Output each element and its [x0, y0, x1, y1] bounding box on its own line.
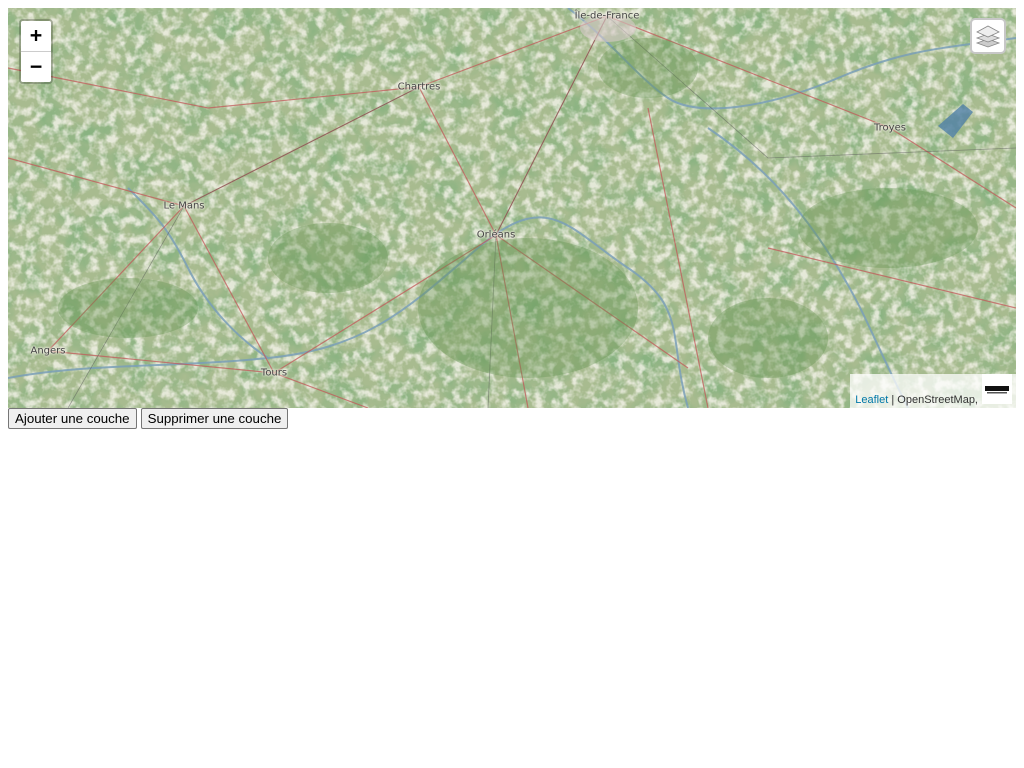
zoom-control: + − [19, 19, 53, 84]
leaflet-link[interactable]: Leaflet [855, 394, 888, 406]
city-label: Chartres [397, 81, 441, 93]
city-label: Angers [30, 345, 66, 357]
city-label: Le Mans [163, 200, 205, 212]
map-container[interactable]: Île-de-France Chartres Troyes Le Mans Or… [8, 8, 1016, 408]
provider-logo-icon [983, 382, 1011, 396]
osm-attribution: OpenStreetMap, [897, 394, 978, 406]
city-label: Orléans [476, 229, 516, 241]
zoom-in-button[interactable]: + [21, 21, 51, 52]
layers-control-button[interactable] [970, 18, 1006, 54]
attribution-separator: | [888, 394, 898, 406]
city-label: Île-de-France [574, 10, 640, 22]
map-tiles[interactable] [8, 8, 1016, 408]
zoom-out-button[interactable]: − [21, 52, 51, 82]
layer-buttons: Ajouter une couche Supprimer une couche [8, 408, 289, 429]
city-label: Troyes [874, 122, 906, 134]
city-label: Tours [260, 367, 288, 379]
add-layer-button[interactable]: Ajouter une couche [8, 408, 137, 429]
map-attribution: Leaflet | OpenStreetMap, [850, 374, 1016, 408]
layers-icon [975, 25, 1001, 48]
remove-layer-button[interactable]: Supprimer une couche [140, 408, 289, 429]
provider-logo [982, 374, 1012, 404]
